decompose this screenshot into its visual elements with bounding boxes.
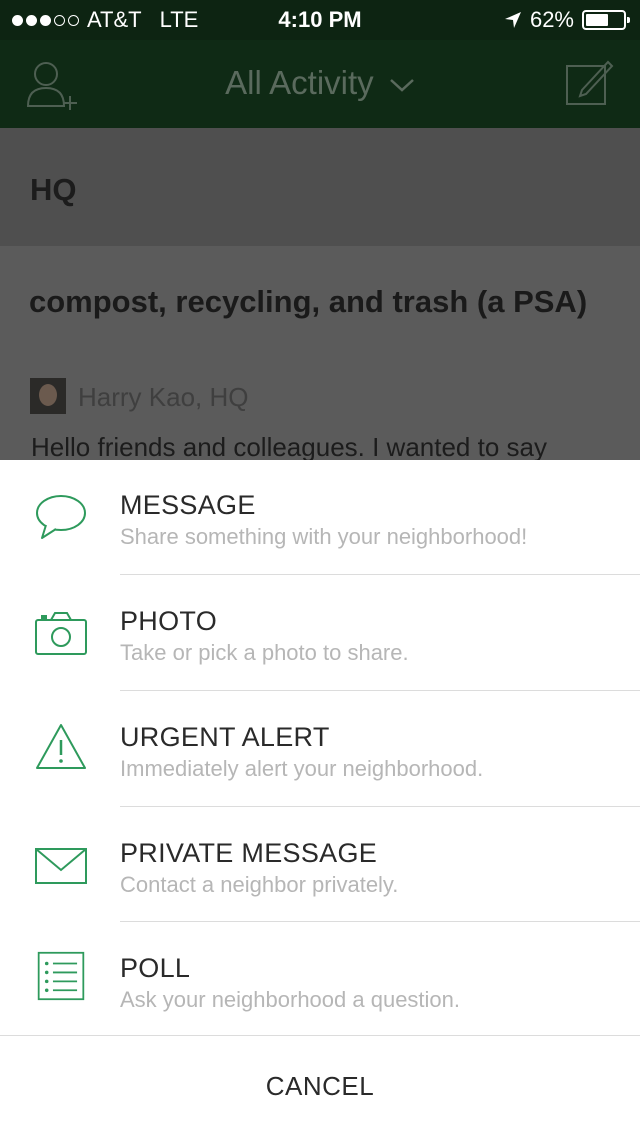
group-name: HQ <box>30 172 77 207</box>
action-message[interactable]: MESSAGE Share something with your neighb… <box>0 460 640 576</box>
battery-icon <box>582 10 630 30</box>
divider <box>120 806 640 807</box>
action-poll[interactable]: POLL Ask your neighborhood a question. <box>0 923 640 1039</box>
divider <box>120 690 640 691</box>
post-body: Hello friends and colleagues. I wanted t… <box>31 432 547 460</box>
post-author[interactable]: Harry Kao, HQ <box>78 382 249 413</box>
action-subtitle: Share something with your neighborhood! <box>120 524 528 549</box>
battery-percent: 62% <box>529 7 574 32</box>
action-title: URGENT ALERT <box>120 722 330 752</box>
action-title: POLL <box>120 953 191 983</box>
post-title[interactable]: compost, recycling, and trash (a PSA) <box>29 282 589 322</box>
activity-feed: HQ compost, recycling, and trash (a PSA)… <box>0 128 640 460</box>
feed-group-header[interactable]: HQ <box>0 128 640 246</box>
cancel-button[interactable]: CANCEL <box>0 1036 640 1136</box>
list-icon <box>37 951 85 1001</box>
action-title: MESSAGE <box>120 490 256 520</box>
compose-icon[interactable] <box>564 58 614 108</box>
battery-nub <box>627 17 630 23</box>
camera-icon <box>35 612 87 655</box>
nav-title: All Activity <box>225 64 374 101</box>
warning-triangle-icon <box>36 724 86 769</box>
nav-title-dropdown[interactable]: All Activity <box>0 64 640 102</box>
status-bar-right: 62% <box>504 7 630 33</box>
location-arrow-icon <box>504 12 521 28</box>
new-post-action-sheet: MESSAGE Share something with your neighb… <box>0 460 640 1136</box>
action-title: PRIVATE MESSAGE <box>120 838 378 868</box>
avatar <box>30 378 66 414</box>
divider <box>120 574 640 575</box>
action-subtitle: Contact a neighbor privately. <box>120 872 399 897</box>
action-subtitle: Take or pick a photo to share. <box>120 640 409 665</box>
action-photo[interactable]: PHOTO Take or pick a photo to share. <box>0 576 640 692</box>
action-private-message[interactable]: PRIVATE MESSAGE Contact a neighbor priva… <box>0 808 640 924</box>
chevron-down-icon <box>390 79 414 92</box>
action-subtitle: Immediately alert your neighborhood. <box>120 756 484 781</box>
action-title: PHOTO <box>120 606 218 636</box>
speech-bubble-icon <box>36 495 86 539</box>
action-subtitle: Ask your neighborhood a question. <box>120 987 461 1012</box>
status-bar: AT&T LTE 4:10 PM 62% <box>0 0 640 40</box>
nav-bar: All Activity <box>0 40 640 128</box>
action-urgent-alert[interactable]: URGENT ALERT Immediately alert your neig… <box>0 692 640 808</box>
battery-level-fill <box>586 14 608 26</box>
envelope-icon <box>35 848 87 884</box>
divider <box>120 921 640 922</box>
